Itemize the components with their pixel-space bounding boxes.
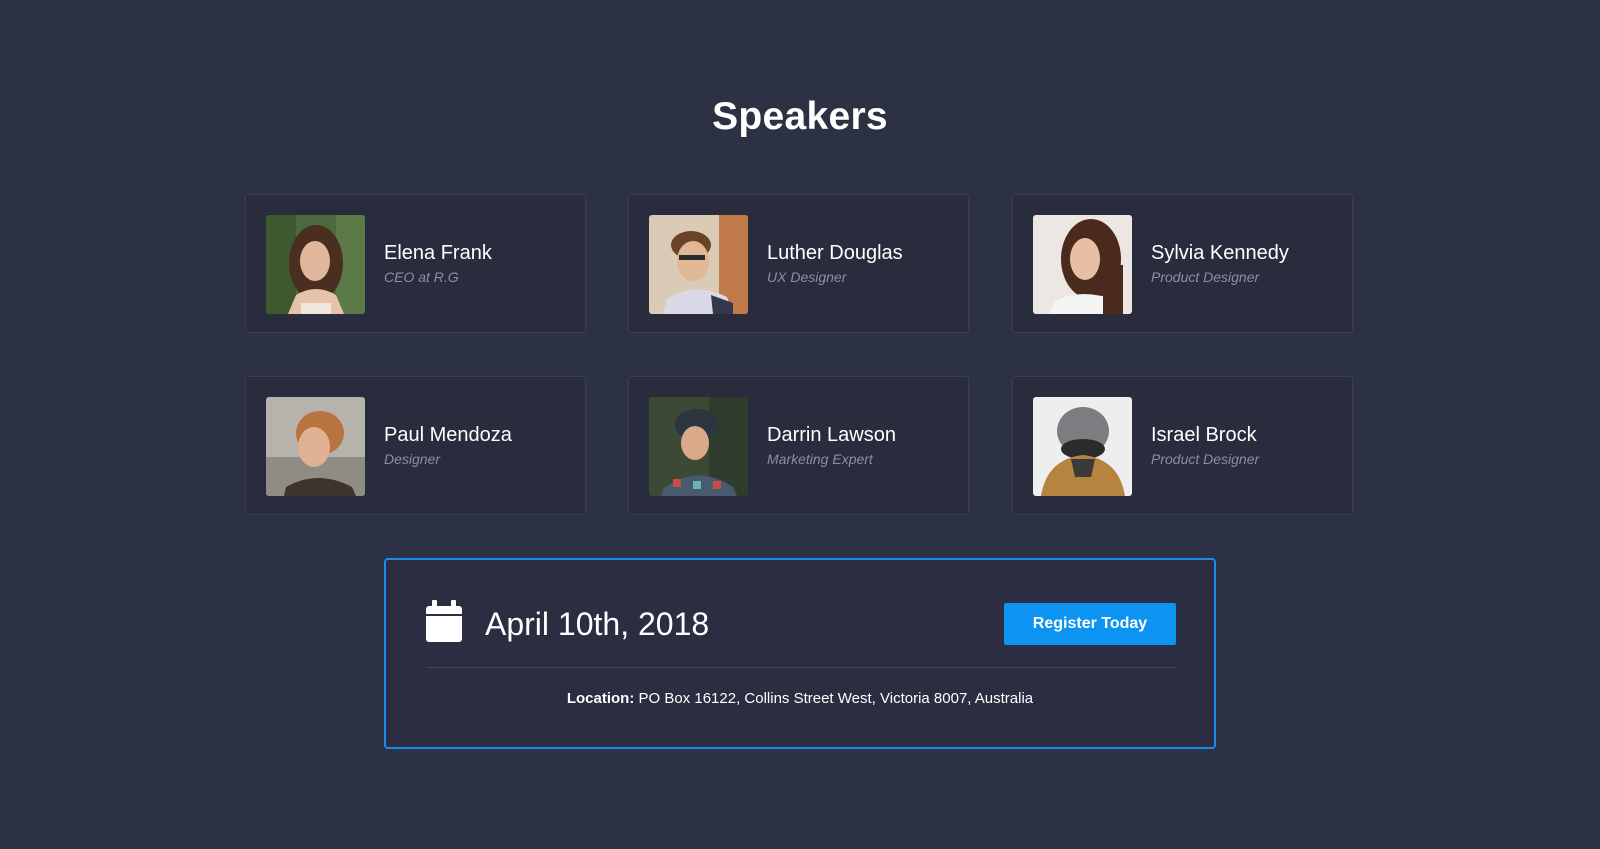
speaker-card: Luther Douglas UX Designer xyxy=(628,194,969,333)
speaker-role: Product Designer xyxy=(1151,451,1260,467)
location-label: Location: xyxy=(566,690,635,707)
speaker-name: Israel Brock xyxy=(1151,424,1257,446)
speaker-role: UX Designer xyxy=(767,269,847,285)
speaker-avatar xyxy=(266,215,365,314)
speaker-name: Elena Frank xyxy=(384,242,492,264)
speaker-role: Designer xyxy=(384,451,441,467)
speaker-avatar xyxy=(1033,397,1132,496)
speaker-avatar xyxy=(649,397,748,496)
event-date: April 10th, 2018 xyxy=(485,606,710,642)
calendar-icon xyxy=(426,600,462,642)
speaker-card: Elena Frank CEO at R.G xyxy=(245,194,586,333)
speaker-name: Sylvia Kennedy xyxy=(1151,242,1289,264)
speaker-name: Luther Douglas xyxy=(767,242,903,264)
speaker-card: Israel Brock Product Designer xyxy=(1012,376,1353,515)
speaker-name: Paul Mendoza xyxy=(384,424,512,446)
speaker-avatar xyxy=(1033,215,1132,314)
speaker-card: Paul Mendoza Designer xyxy=(245,376,586,515)
divider xyxy=(426,667,1176,668)
speaker-card: Sylvia Kennedy Product Designer xyxy=(1012,194,1353,333)
register-button[interactable]: Register Today xyxy=(1004,603,1176,645)
speaker-name: Darrin Lawson xyxy=(767,424,896,446)
speaker-card: Darrin Lawson Marketing Expert xyxy=(628,376,969,515)
speaker-role: Product Designer xyxy=(1151,269,1260,285)
event-location: Location: PO Box 16122, Collins Street W… xyxy=(386,690,1214,707)
speaker-role: Marketing Expert xyxy=(767,451,873,467)
page-title: Speakers xyxy=(712,95,888,138)
speaker-role: CEO at R.G xyxy=(384,269,459,285)
event-info-box: April 10th, 2018 Register Today Location… xyxy=(384,558,1216,749)
location-value: PO Box 16122, Collins Street West, Victo… xyxy=(638,690,1034,707)
speaker-avatar xyxy=(649,215,748,314)
speaker-avatar xyxy=(266,397,365,496)
